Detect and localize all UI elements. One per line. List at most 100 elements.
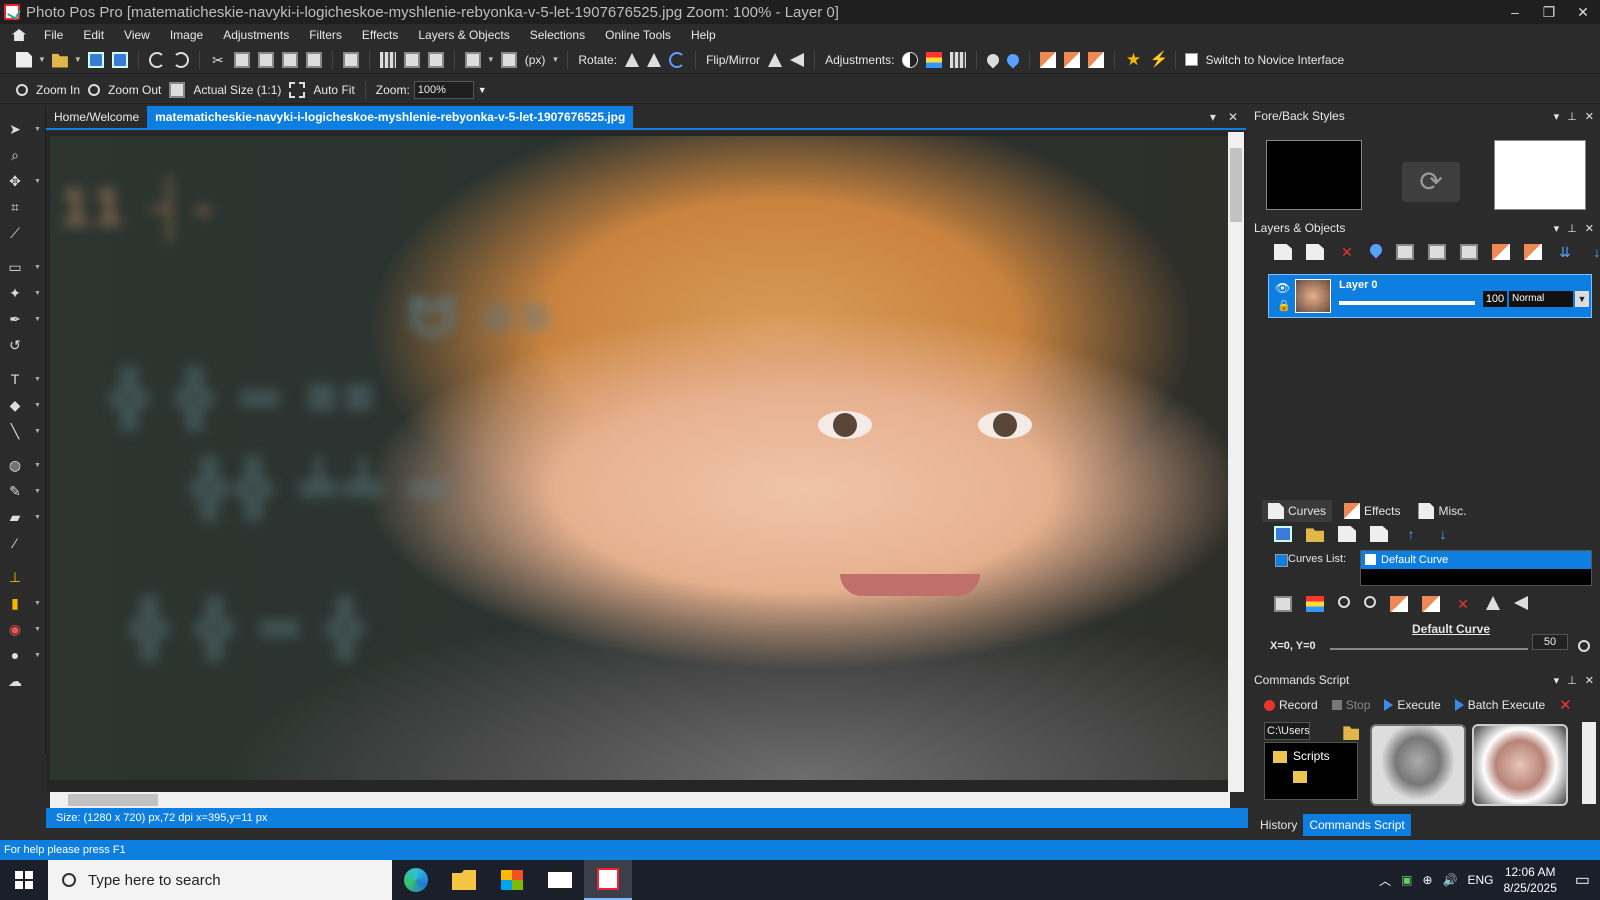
flip-vertical-icon[interactable] <box>790 52 805 67</box>
scripts-scrollbar[interactable] <box>1582 722 1596 804</box>
tab-list-icon[interactable]: ▾ <box>1210 110 1216 124</box>
resize-image-icon[interactable] <box>464 51 481 68</box>
tab-effects[interactable]: Effects <box>1338 500 1406 522</box>
volume-icon[interactable]: 🔊 <box>1443 873 1458 887</box>
curve-delete-icon[interactable]: ✕ <box>1454 596 1472 612</box>
panel-menu-icon[interactable]: ▾ <box>1554 222 1560 235</box>
copy-icon[interactable] <box>233 51 250 68</box>
move-tool-icon[interactable]: ✥ ▼ <box>6 172 41 190</box>
actual-size-icon[interactable] <box>169 81 186 98</box>
crop-tool-icon[interactable]: ⌗ <box>6 198 24 216</box>
vertical-scrollbar[interactable] <box>1228 132 1244 792</box>
curve-pencil-icon[interactable] <box>1274 596 1292 612</box>
menu-edit[interactable]: Edit <box>73 28 114 42</box>
zoom-out-button[interactable]: Zoom Out <box>108 83 161 97</box>
script-path-field[interactable]: C:\Users\ <box>1264 722 1310 740</box>
panel-close-icon[interactable]: ✕ <box>1585 110 1594 123</box>
menu-selections[interactable]: Selections <box>520 28 595 42</box>
tab-history[interactable]: History <box>1254 814 1303 836</box>
delete-layer-icon[interactable]: ✕ <box>1338 244 1356 260</box>
redo-icon[interactable] <box>172 51 189 68</box>
zoom-select[interactable]: 100% <box>413 80 474 99</box>
script-thumbnail[interactable] <box>1370 724 1466 806</box>
novice-interface-label[interactable]: Switch to Novice Interface <box>1205 53 1344 67</box>
zoom-in-icon[interactable] <box>16 83 28 96</box>
bandage-tool-icon[interactable]: ▮ ▼ <box>6 594 41 612</box>
curve-invert-icon[interactable] <box>1390 596 1408 612</box>
levels-icon[interactable] <box>950 51 967 68</box>
move-down-icon[interactable]: ↓ <box>1588 244 1600 260</box>
batch-execute-button[interactable]: Batch Execute <box>1454 698 1545 712</box>
curves-list-checkbox[interactable] <box>1275 554 1288 567</box>
group-layers-icon[interactable] <box>1492 244 1510 260</box>
sponge-tool-icon[interactable]: ☁ <box>6 672 24 690</box>
menu-filters[interactable]: Filters <box>299 28 352 42</box>
save-curve-icon[interactable] <box>1274 526 1292 542</box>
open-folder-icon[interactable] <box>51 53 68 68</box>
menu-file[interactable]: File <box>34 28 73 42</box>
eraser-tool-icon[interactable]: ▰ ▼ <box>6 508 41 526</box>
move-to-bottom-icon[interactable]: ⇊ <box>1556 244 1574 260</box>
fill-bucket-icon[interactable]: ◍ ▼ <box>6 456 41 474</box>
taskbar-store[interactable] <box>488 860 536 900</box>
undo-icon[interactable] <box>148 51 165 68</box>
curve-flip-h-icon[interactable] <box>1486 596 1500 610</box>
rotate-right-icon[interactable] <box>647 52 662 67</box>
panel-close-icon[interactable]: ✕ <box>1585 674 1594 687</box>
red-eye-icon[interactable] <box>1088 51 1105 68</box>
maximize-button[interactable]: ❐ <box>1532 4 1566 21</box>
line-tool-icon[interactable]: ╲ ▼ <box>6 422 41 440</box>
tab-home-welcome[interactable]: Home/Welcome <box>46 106 147 128</box>
menu-image[interactable]: Image <box>160 28 213 42</box>
load-curve-icon[interactable] <box>1306 528 1324 542</box>
new-layer-icon[interactable] <box>1274 244 1292 260</box>
layer-properties-icon[interactable] <box>1367 241 1385 259</box>
merge-layer-icon[interactable] <box>1396 244 1414 260</box>
save-as-icon[interactable] <box>111 51 128 68</box>
tab-document[interactable]: matematicheskie-navyki-i-logicheskoe-mys… <box>147 106 634 128</box>
scripts-folder-label[interactable]: Scripts <box>1293 749 1330 763</box>
stamp-tool-icon[interactable]: ⊥ <box>6 568 24 586</box>
duplicate-layer-icon[interactable] <box>1306 244 1324 260</box>
curve-point-icon[interactable] <box>1338 596 1350 608</box>
vertical-scroll-thumb[interactable] <box>1230 148 1242 222</box>
grid-icon[interactable] <box>379 51 396 68</box>
paste-icon[interactable] <box>281 51 298 68</box>
brightness-contrast-icon[interactable] <box>902 51 919 68</box>
magic-wand-icon[interactable]: ✦ ▼ <box>6 284 41 302</box>
auto-enhance-icon[interactable] <box>1040 51 1057 68</box>
delete-curve-icon[interactable] <box>1370 526 1388 542</box>
menu-adjustments[interactable]: Adjustments <box>213 28 299 42</box>
curve-add-point-icon[interactable] <box>1364 596 1376 608</box>
taskbar-mail[interactable] <box>536 860 584 900</box>
color-balance-icon[interactable] <box>926 51 943 68</box>
execute-button[interactable]: Execute <box>1384 698 1441 712</box>
zoom-dropdown-icon[interactable]: ▼ <box>478 85 487 95</box>
rotate-left-icon[interactable] <box>625 52 640 67</box>
curve-strength-slider[interactable] <box>1330 648 1528 650</box>
layer-opacity-value[interactable]: 100 <box>1483 291 1507 307</box>
tab-commands-script[interactable]: Commands Script <box>1303 814 1411 836</box>
saturation-icon[interactable] <box>984 51 1002 68</box>
taskbar-search[interactable]: Type here to search <box>48 860 392 900</box>
photo-canvas[interactable]: 11 ┤- ᗢ ≡≡ ╬ ╬ ═ ≡≡ ╬╬ ╧╧ ═ ╬ ╬ ═ ╬ <box>50 136 1228 780</box>
delete-script-icon[interactable]: ✕ <box>1559 696 1572 714</box>
visibility-eye-icon[interactable]: 👁 <box>1275 281 1290 295</box>
layer-mask-icon[interactable] <box>1428 244 1446 260</box>
copy-merged-icon[interactable] <box>257 51 274 68</box>
curve-flip-v-icon[interactable] <box>1514 596 1528 610</box>
straighten-tool-icon[interactable]: ⟋ <box>6 224 24 242</box>
taskbar-edge[interactable] <box>392 860 440 900</box>
notifications-icon[interactable]: ▭ <box>1575 870 1590 890</box>
zoom-in-button[interactable]: Zoom In <box>36 83 80 97</box>
panel-close-icon[interactable]: ✕ <box>1585 222 1594 235</box>
tray-app-icon[interactable]: ▣ <box>1401 873 1412 887</box>
panel-menu-icon[interactable]: ▾ <box>1554 674 1560 687</box>
blend-mode-dropdown-icon[interactable]: ▼ <box>1575 291 1589 307</box>
background-color-swatch[interactable] <box>1494 140 1586 210</box>
rect-select-icon[interactable]: ▭ ▼ <box>6 258 41 276</box>
pin-icon[interactable]: ⊥ <box>1567 674 1577 687</box>
auto-fit-button[interactable]: Auto Fit <box>313 83 354 97</box>
auto-color-icon[interactable] <box>1064 51 1081 68</box>
new-curve-icon[interactable] <box>1338 526 1356 542</box>
